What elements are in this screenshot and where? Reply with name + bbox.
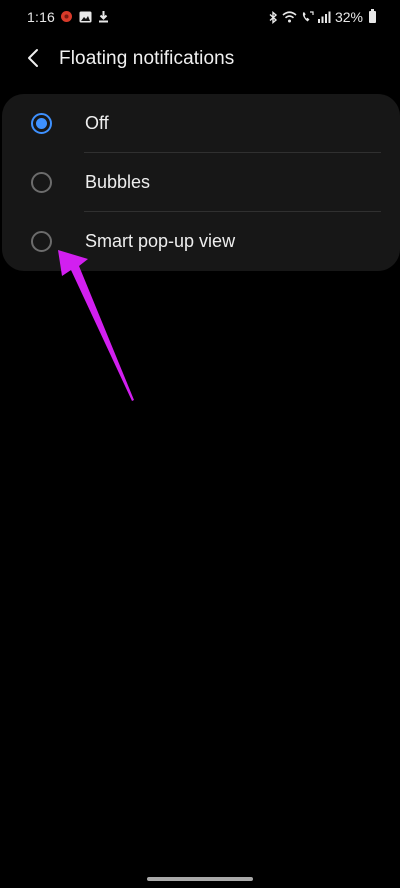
notification-app-icon <box>61 11 72 22</box>
battery-icon <box>369 9 376 23</box>
status-time: 1:16 <box>27 9 56 25</box>
option-label: Smart pop-up view <box>85 231 236 251</box>
page-title: Floating notifications <box>59 48 235 69</box>
status-left-icons <box>60 10 109 23</box>
status-bar: 1:16 32% <box>0 0 400 34</box>
back-button[interactable] <box>16 40 50 76</box>
status-right: 32% <box>268 9 376 25</box>
wifi-icon <box>282 11 297 23</box>
option-label: Bubbles <box>85 172 151 192</box>
radio-button[interactable] <box>31 231 52 252</box>
options-card: Off Bubbles Smart pop-up view <box>2 94 400 271</box>
download-icon <box>99 11 108 23</box>
signal-icon <box>317 11 331 23</box>
option-off[interactable]: Off <box>2 94 400 153</box>
volte-call-icon <box>302 11 314 22</box>
gallery-icon <box>79 11 92 22</box>
battery-percent: 32% <box>334 9 363 25</box>
radio-button[interactable] <box>31 172 52 193</box>
app-header: Floating notifications <box>0 40 400 76</box>
radio-button-selected[interactable] <box>31 113 52 134</box>
home-indicator[interactable] <box>147 877 253 881</box>
option-bubbles[interactable]: Bubbles <box>2 153 400 212</box>
arrow-shape <box>58 250 134 401</box>
option-label: Off <box>85 113 109 133</box>
bluetooth-icon <box>269 10 278 24</box>
chevron-left-icon <box>28 49 38 67</box>
option-smart-pop-up-view[interactable]: Smart pop-up view <box>2 212 400 271</box>
